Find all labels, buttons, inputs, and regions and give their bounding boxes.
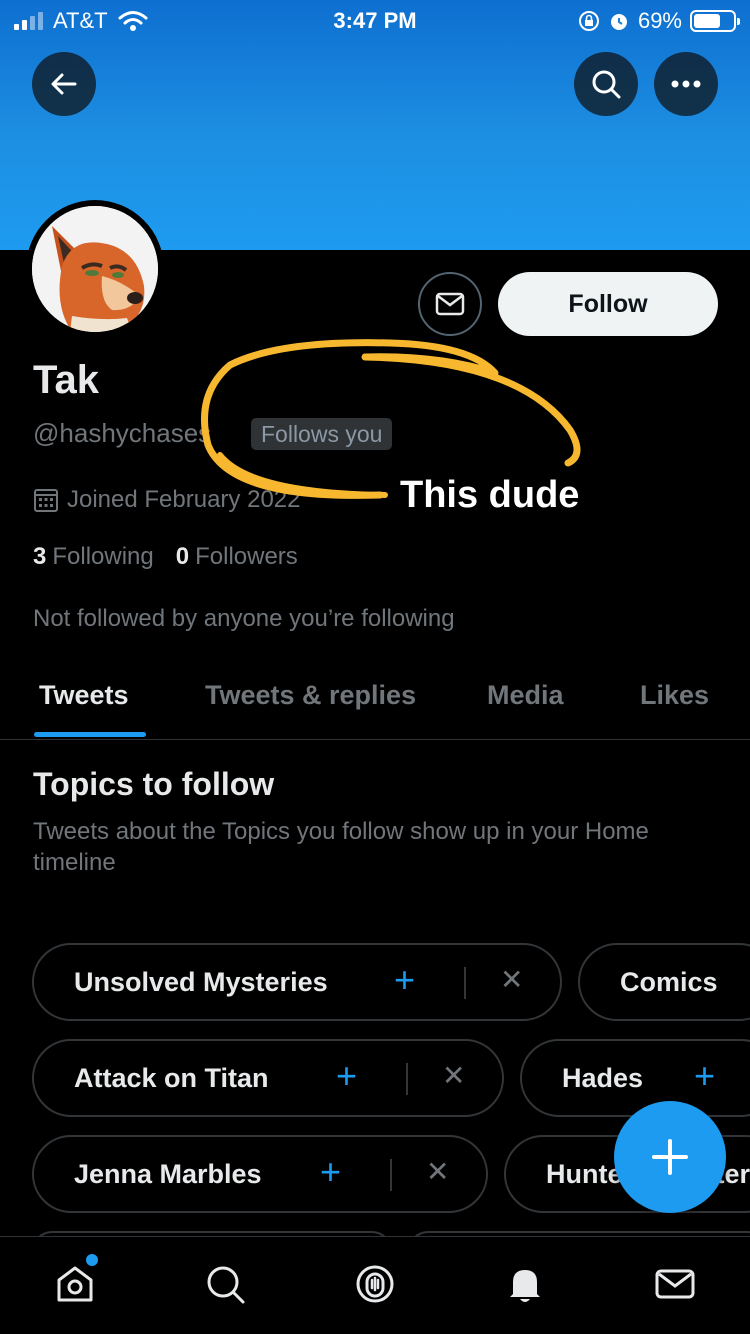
orientation-lock-icon <box>578 11 599 31</box>
home-unread-dot <box>86 1254 98 1266</box>
follow-counts: 3 Following 0 Followers <box>33 543 298 571</box>
topic-label: Comics <box>620 967 718 997</box>
close-icon[interactable]: ✕ <box>442 1059 465 1092</box>
plus-icon[interactable]: + <box>694 1055 715 1097</box>
header-search-button[interactable] <box>574 52 638 116</box>
nav-spaces[interactable] <box>350 1259 400 1309</box>
following-count: 3 <box>33 543 47 570</box>
plus-icon <box>652 1139 688 1175</box>
alarm-icon <box>610 14 627 30</box>
spaces-icon <box>356 1265 394 1303</box>
mail-icon <box>435 292 465 316</box>
topic-chip[interactable]: Jenna Marbles + ✕ <box>32 1135 488 1213</box>
topic-chip[interactable]: Hades + <box>520 1039 750 1117</box>
tab-tweets[interactable]: Tweets <box>39 680 129 711</box>
plus-icon[interactable]: + <box>394 959 415 1001</box>
chip-divider <box>390 1159 392 1191</box>
profile-tabs: Tweets Tweets & replies Media Likes <box>0 660 750 740</box>
more-horizontal-icon <box>671 80 701 88</box>
close-icon[interactable]: ✕ <box>426 1155 449 1188</box>
calendar-icon <box>34 489 58 512</box>
back-button[interactable] <box>32 52 96 116</box>
battery-icon <box>690 10 740 32</box>
active-tab-indicator <box>34 732 146 737</box>
more-button[interactable] <box>654 52 718 116</box>
nav-messages[interactable] <box>650 1259 700 1309</box>
profile-handle: @hashychases <box>33 418 212 448</box>
compose-tweet-button[interactable] <box>614 1101 726 1213</box>
topic-label: Jenna Marbles <box>74 1159 262 1189</box>
fox-avatar-image <box>32 206 158 332</box>
notifications-icon <box>510 1270 540 1302</box>
battery-percent: 69% <box>637 8 682 33</box>
not-followed-note: Not followed by anyone you’re following <box>33 605 455 632</box>
avatar[interactable] <box>26 200 164 338</box>
chip-divider <box>406 1063 408 1095</box>
topic-chip[interactable]: Comics <box>578 943 750 1021</box>
followers-count: 0 <box>175 543 190 570</box>
messages-icon <box>655 1269 695 1299</box>
status-bar: AT&T 3:47 PM 69% <box>0 0 750 42</box>
plus-icon[interactable]: + <box>320 1151 341 1193</box>
nav-notifications[interactable] <box>500 1259 550 1309</box>
topic-chip[interactable]: Attack on Titan + ✕ <box>32 1039 504 1117</box>
topic-label: Hades <box>562 1063 644 1093</box>
nav-home[interactable] <box>50 1259 100 1309</box>
chip-divider <box>464 967 466 999</box>
nav-search[interactable] <box>200 1259 250 1309</box>
following-link[interactable]: 3 Following <box>33 543 154 571</box>
follow-button[interactable]: Follow <box>498 272 718 336</box>
tab-likes[interactable]: Likes <box>640 680 709 711</box>
message-button[interactable] <box>418 272 482 336</box>
annotation-label: This dude <box>400 474 580 516</box>
bottom-navigation <box>0 1236 750 1334</box>
topics-title: Topics to follow <box>33 766 275 802</box>
following-label: Following <box>52 543 154 570</box>
arrow-left-icon <box>51 73 77 95</box>
search-icon <box>592 70 621 99</box>
close-icon[interactable]: ✕ <box>500 963 523 996</box>
followers-link[interactable]: 0 Followers <box>176 543 298 571</box>
topic-chip[interactable]: Unsolved Mysteries + ✕ <box>32 943 562 1021</box>
profile-name: Tak <box>33 358 99 402</box>
followers-label: Followers <box>195 543 298 570</box>
topic-label: Attack on Titan <box>74 1063 269 1093</box>
plus-icon[interactable]: + <box>336 1055 357 1097</box>
topics-subtitle: Tweets about the Topics you follow show … <box>33 818 649 876</box>
tab-media[interactable]: Media <box>487 680 564 711</box>
tab-tweets-replies[interactable]: Tweets & replies <box>205 680 416 711</box>
search-icon <box>207 1266 245 1304</box>
home-icon <box>57 1266 93 1302</box>
topic-label: Unsolved Mysteries <box>74 967 328 997</box>
